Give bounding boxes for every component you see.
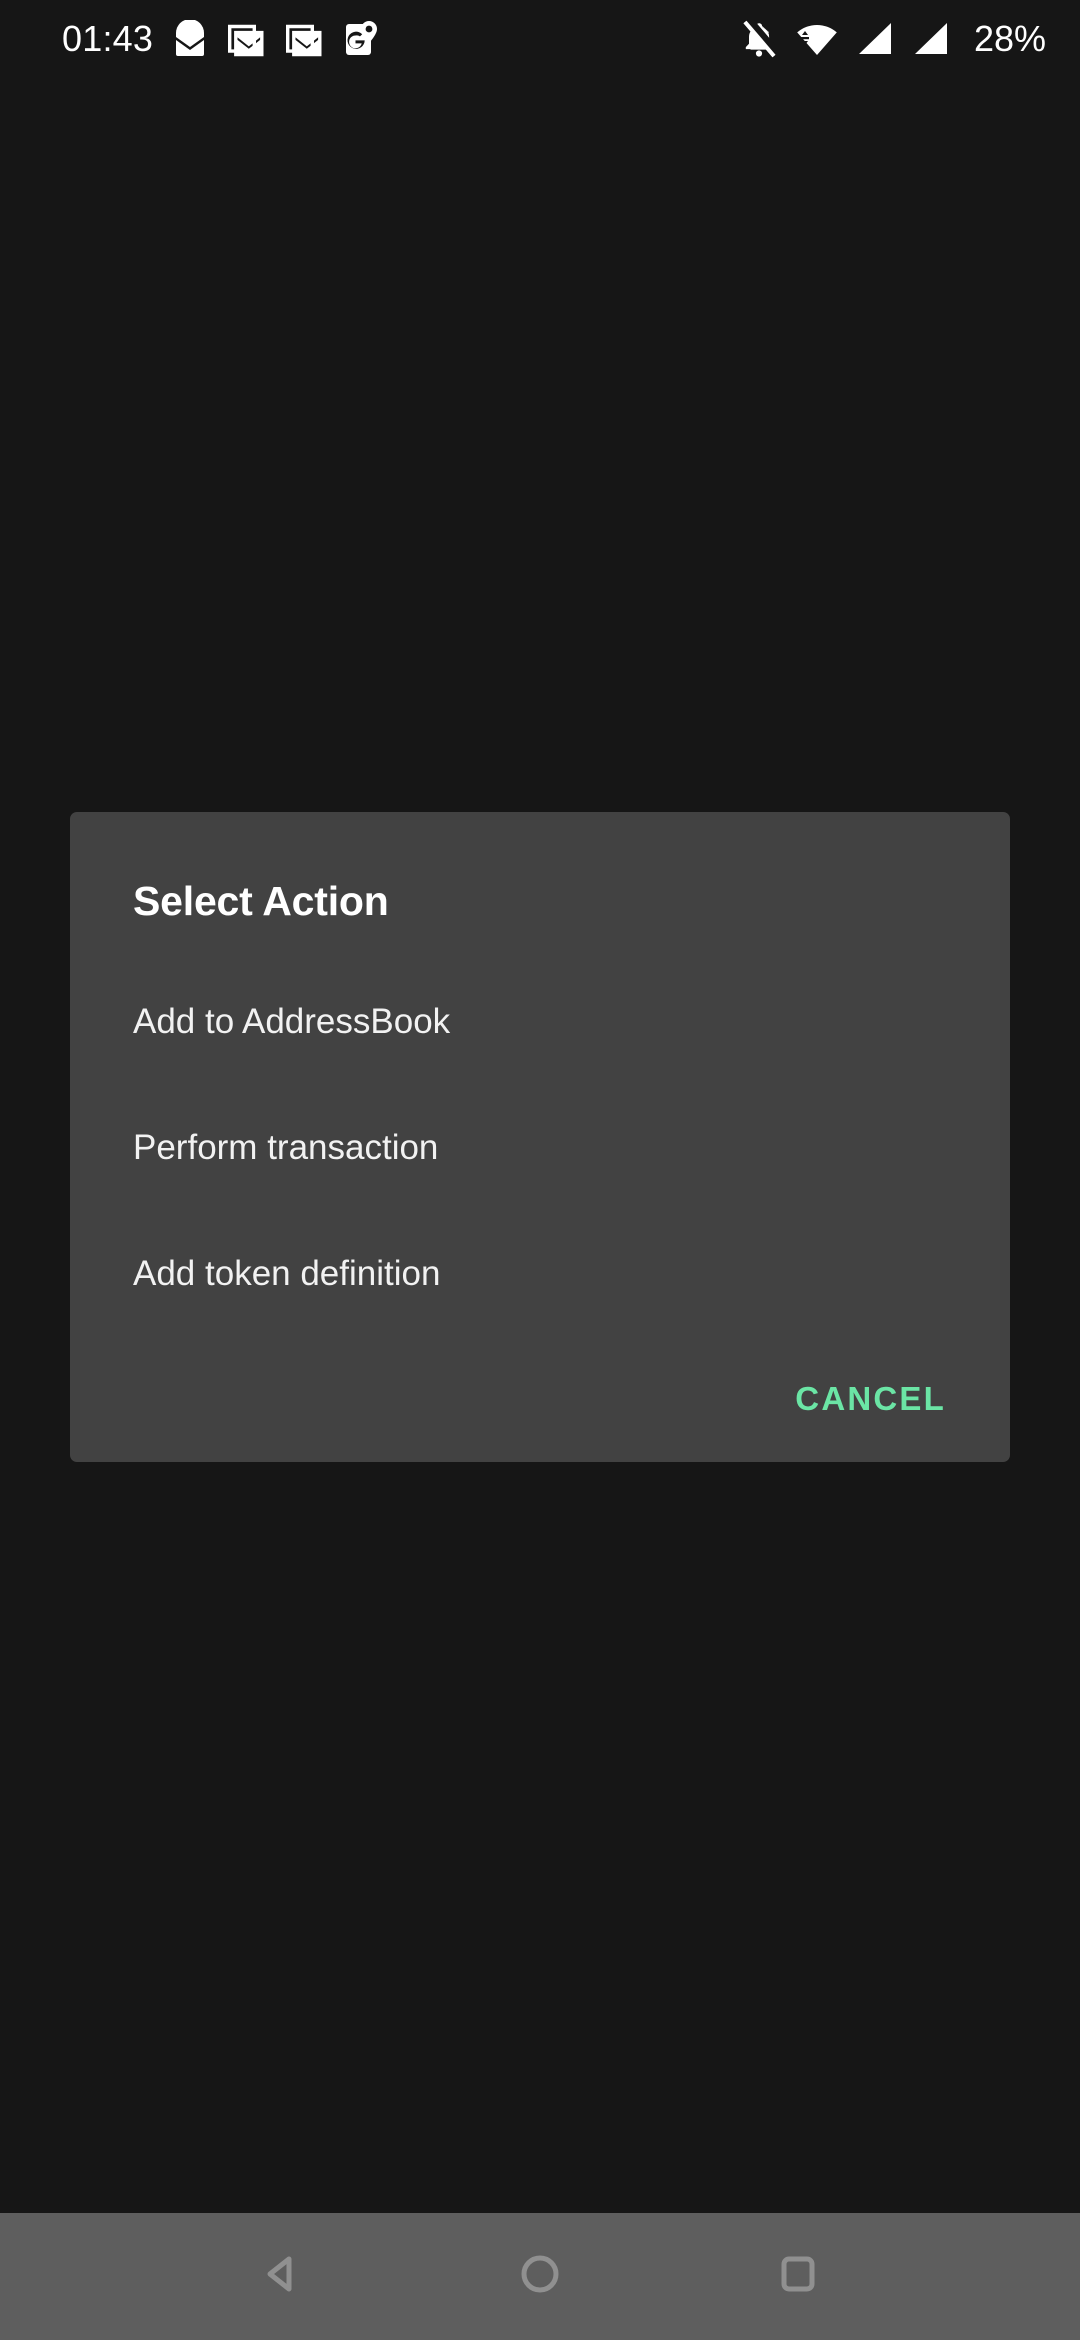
signal-sim2-icon — [912, 21, 950, 57]
dialog-option-add-to-addressbook[interactable]: Add to AddressBook — [70, 958, 1010, 1084]
select-action-dialog: Select Action Add to AddressBook Perform… — [70, 812, 1010, 1463]
dialog-option-label: Add to AddressBook — [133, 1001, 451, 1041]
google-maps-icon — [343, 19, 381, 59]
recents-button[interactable] — [750, 2229, 846, 2325]
navigation-bar — [0, 2213, 1080, 2340]
phone-screen: 01:43 28% Select Action Add to AddressBo… — [0, 0, 1080, 2340]
notifications-muted-icon — [740, 19, 778, 59]
clock: 01:43 — [62, 18, 154, 59]
home-button[interactable] — [492, 2229, 588, 2325]
dialog-option-add-token-definition[interactable]: Add token definition — [70, 1210, 1010, 1336]
protonmail-icon — [173, 20, 207, 58]
dialog-actions: CANCEL — [70, 1336, 1010, 1462]
status-bar: 01:43 28% — [0, 0, 1080, 78]
signal-sim1-icon — [856, 21, 894, 57]
dialog-option-perform-transaction[interactable]: Perform transaction — [70, 1084, 1010, 1210]
status-bar-left: 01:43 — [62, 19, 381, 59]
back-button[interactable] — [234, 2229, 330, 2325]
dialog-option-list: Add to AddressBook Perform transaction A… — [70, 958, 1010, 1336]
dialog-option-label: Add token definition — [133, 1253, 441, 1293]
dialog-option-label: Perform transaction — [133, 1127, 439, 1167]
wifi-icon — [796, 21, 838, 57]
home-circle-icon — [513, 2247, 567, 2306]
gmail-icon-2 — [285, 20, 323, 58]
recents-square-icon — [771, 2247, 825, 2306]
dialog-title: Select Action — [133, 878, 389, 924]
status-bar-right: 28% — [740, 19, 1046, 59]
battery-percentage: 28% — [973, 18, 1046, 59]
back-triangle-icon — [255, 2247, 309, 2306]
cancel-button[interactable]: CANCEL — [783, 1366, 958, 1432]
gmail-icon — [227, 20, 265, 58]
